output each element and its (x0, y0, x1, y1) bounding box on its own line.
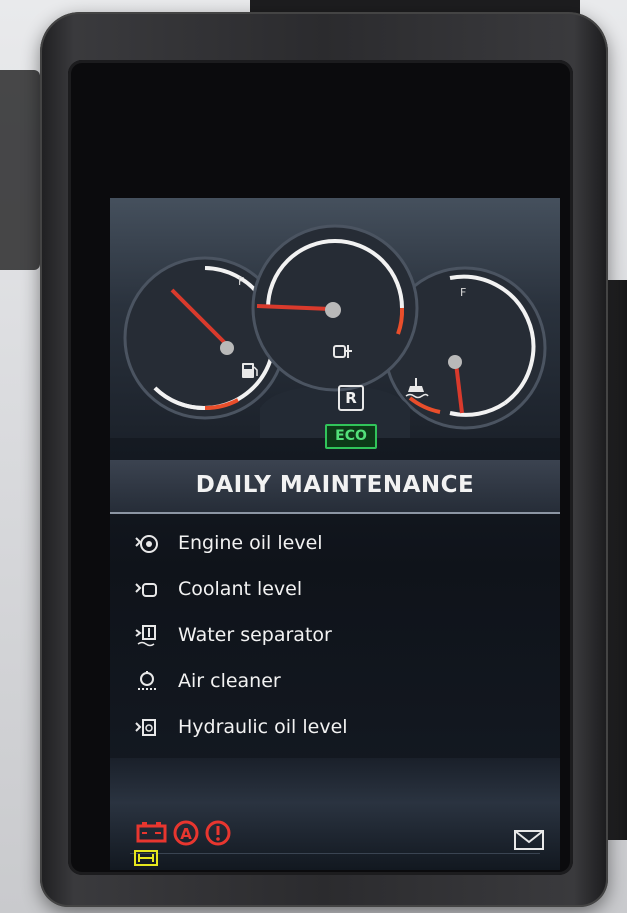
page-title: DAILY MAINTENANCE (195, 472, 475, 498)
list-item-label: Engine oil level (178, 532, 323, 554)
rpm-gauge (251, 224, 419, 438)
eco-mode-badge: ECO (325, 424, 377, 449)
list-item-hydraulic-oil[interactable]: Hydraulic oil level (110, 708, 560, 754)
menu-header: DAILY MAINTENANCE (110, 460, 560, 514)
yellow-indicator-icon (134, 850, 158, 866)
water-separator-icon (135, 625, 156, 647)
engine-oil-icon (135, 535, 158, 553)
general-warning-icon (205, 820, 231, 846)
temperature-full-label: F (460, 286, 466, 299)
display-device: F F R ECO DAILY MAINTENANCE Engine oil l… (40, 12, 608, 907)
list-item-air-cleaner[interactable]: Air cleaner (110, 662, 560, 708)
gear-indicator: R (338, 385, 364, 411)
list-item-label: Hydraulic oil level (178, 716, 348, 738)
status-bar: A (110, 758, 560, 870)
list-item-coolant[interactable]: Coolant level (110, 570, 560, 616)
hydraulic-oil-icon (135, 719, 156, 736)
gauge-cluster: F F R ECO (110, 198, 560, 449)
list-item-engine-oil[interactable]: Engine oil level (110, 524, 560, 570)
list-item-label: Coolant level (178, 578, 303, 600)
list-item-water-separator[interactable]: Water separator (110, 616, 560, 662)
mail-icon[interactable] (514, 830, 544, 850)
display-bezel: F F R ECO DAILY MAINTENANCE Engine oil l… (68, 60, 573, 875)
divider (130, 853, 540, 854)
battery-warning-icon (136, 822, 167, 843)
background-bracket (0, 70, 40, 270)
air-cleaner-icon (138, 671, 156, 690)
svg-text:A: A (180, 825, 192, 843)
fuel-full-label: F (238, 275, 244, 288)
maintenance-list: Engine oil level Coolant level Water sep… (110, 524, 560, 754)
display-screen: F F R ECO DAILY MAINTENANCE Engine oil l… (110, 198, 560, 870)
coolant-icon (135, 583, 157, 597)
list-item-label: Air cleaner (178, 670, 281, 692)
list-item-label: Water separator (178, 624, 332, 646)
auto-brake-icon: A (173, 820, 199, 846)
